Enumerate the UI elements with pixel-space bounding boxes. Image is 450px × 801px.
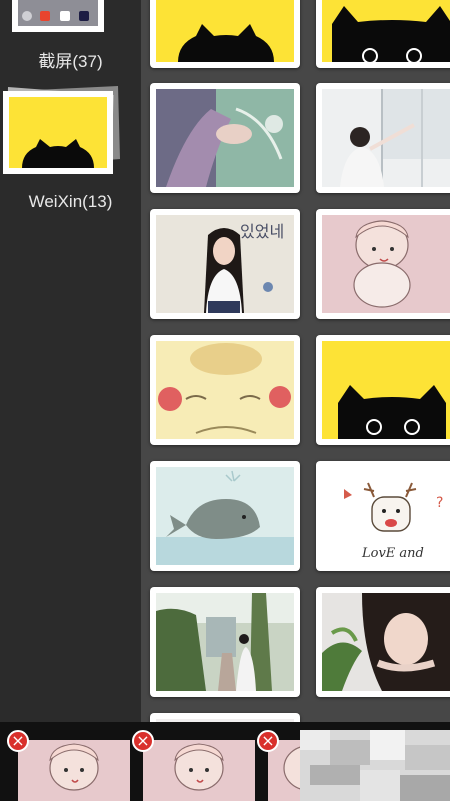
svg-text:?: ? [436,495,443,511]
selected-photo-image [18,740,130,801]
photo-thumb[interactable] [150,335,300,445]
photo-image [322,0,450,62]
album-label: 截屏(37) [38,52,103,71]
photo-thumb[interactable] [150,83,300,193]
album-label: WeiXin(13) [28,192,113,211]
selected-photo[interactable] [143,740,255,801]
photo-thumb[interactable] [150,713,300,722]
selected-photo[interactable] [18,740,130,801]
photo-image [322,89,450,187]
photo-image: 있었네 [156,215,294,313]
photo-thumb[interactable] [316,587,450,697]
photo-image [156,0,294,62]
album-sidebar: 截屏(37) WeiXin(13) [0,0,141,722]
remove-selection-icon[interactable]: × [257,730,279,752]
album-weixin[interactable]: WeiXin(13) [0,85,141,215]
album-screenshots[interactable]: 截屏(37) [0,0,141,75]
remove-selection-icon[interactable]: × [132,730,154,752]
remove-selection-icon[interactable]: × [7,730,29,752]
photo-thumb[interactable] [316,0,450,68]
photo-thumb[interactable]: 있었네 [150,209,300,319]
photo-thumb[interactable] [316,209,450,319]
photo-thumb[interactable] [150,0,300,68]
svg-text:LovE and: LovE and [361,546,424,561]
photo-grid: 있었네 ? LovE and [141,0,450,722]
photo-thumb[interactable] [150,461,300,571]
album-weixin-thumbnail [3,86,120,174]
photo-image [156,593,294,691]
photo-image [156,89,294,187]
photo-image [322,593,450,691]
photo-image [322,215,450,313]
photo-image: ? LovE and [322,467,450,565]
selected-photos-tray: × × × [0,722,450,801]
photo-image [322,341,450,439]
album-screenshots-thumbnail [12,0,104,32]
photo-image [156,341,294,439]
svg-text:있었네: 있었네 [240,222,284,241]
photo-thumb[interactable]: ? LovE and [316,461,450,571]
blurred-overlay [300,730,450,801]
photo-thumb[interactable] [150,587,300,697]
photo-thumb[interactable] [316,83,450,193]
photo-image [156,467,294,565]
selected-photo-image [143,740,255,801]
photo-thumb[interactable] [316,335,450,445]
